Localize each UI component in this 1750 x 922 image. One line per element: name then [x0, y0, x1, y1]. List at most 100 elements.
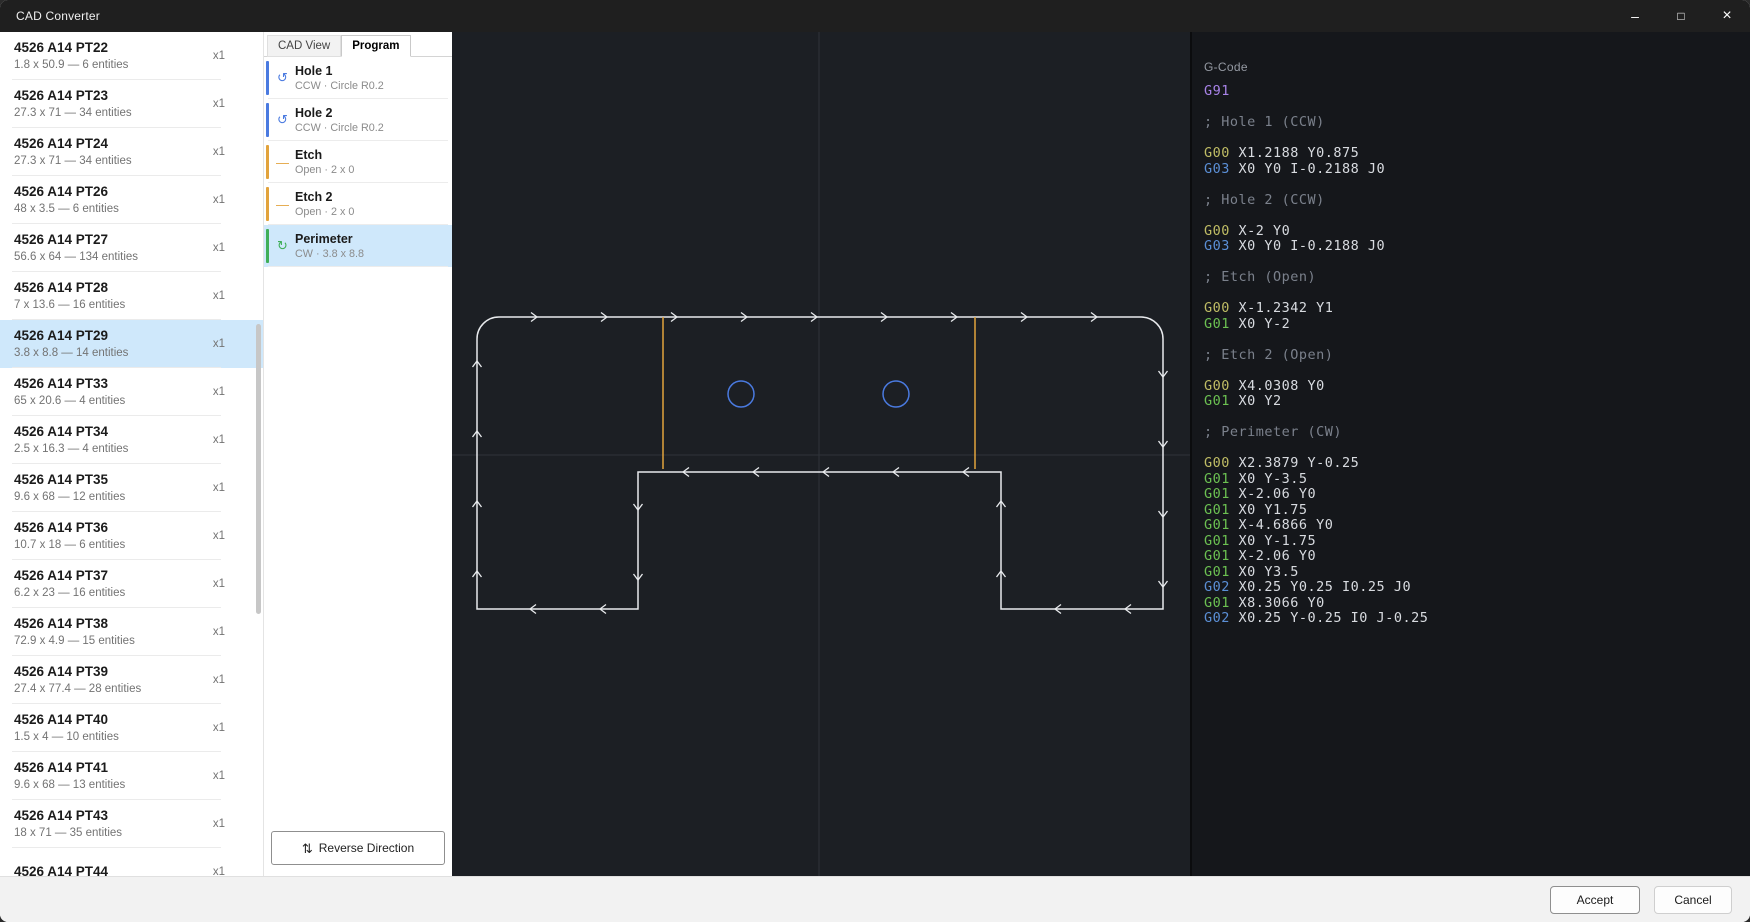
part-quantity: x1: [213, 146, 249, 158]
operation-detail: CCW · Circle R0.2: [295, 121, 384, 135]
reverse-direction-button[interactable]: ⇅ Reverse Direction: [271, 831, 445, 865]
cancel-button[interactable]: Cancel: [1654, 886, 1732, 914]
part-dimensions: 10.7 x 18 — 6 entities: [14, 538, 213, 553]
line-icon: —: [273, 197, 292, 212]
part-list-item[interactable]: 4526 A14 PT287 x 13.6 — 16 entitiesx1: [0, 272, 263, 320]
main-content: 4526 A14 PT221.8 x 50.9 — 6 entitiesx145…: [0, 32, 1750, 876]
part-list-item[interactable]: 4526 A14 PT3927.4 x 77.4 — 28 entitiesx1: [0, 656, 263, 704]
gcode-line: ; Perimeter (CW): [1204, 425, 1750, 441]
part-quantity: x1: [213, 434, 249, 446]
gcode-line: [1204, 208, 1750, 224]
part-info: 4526 A14 PT342.5 x 16.3 — 4 entities: [14, 423, 213, 456]
gcode-line: G03 X0 Y0 I-0.2188 J0: [1204, 239, 1750, 255]
part-name: 4526 A14 PT28: [14, 279, 213, 297]
part-list-item[interactable]: 4526 A14 PT376.2 x 23 — 16 entitiesx1: [0, 560, 263, 608]
part-quantity: x1: [213, 290, 249, 302]
part-name: 4526 A14 PT35: [14, 471, 213, 489]
part-list-item[interactable]: 4526 A14 PT2327.3 x 71 — 34 entitiesx1: [0, 80, 263, 128]
part-list-item[interactable]: 4526 A14 PT342.5 x 16.3 — 4 entitiesx1: [0, 416, 263, 464]
parts-sidebar: 4526 A14 PT221.8 x 50.9 — 6 entitiesx145…: [0, 32, 264, 876]
operation-item-etch[interactable]: —EtchOpen · 2 x 0: [264, 141, 452, 183]
cad-canvas[interactable]: [452, 32, 1190, 876]
part-dimensions: 9.6 x 68 — 13 entities: [14, 778, 213, 793]
part-info: 4526 A14 PT3872.9 x 4.9 — 15 entities: [14, 615, 213, 648]
part-name: 4526 A14 PT34: [14, 423, 213, 441]
part-quantity: x1: [213, 530, 249, 542]
hole-circle: [883, 381, 909, 407]
part-list-item[interactable]: 4526 A14 PT3610.7 x 18 — 6 entitiesx1: [0, 512, 263, 560]
window-controls: – □ ×: [1612, 0, 1750, 32]
part-list-item[interactable]: 4526 A14 PT44x1: [0, 848, 263, 876]
part-list-item[interactable]: 4526 A14 PT3872.9 x 4.9 — 15 entitiesx1: [0, 608, 263, 656]
part-dimensions: 48 x 3.5 — 6 entities: [14, 202, 213, 217]
gcode-line: G01 X0 Y3.5: [1204, 565, 1750, 581]
part-info: 4526 A14 PT376.2 x 23 — 16 entities: [14, 567, 213, 600]
part-quantity: x1: [213, 98, 249, 110]
tab-cad-view[interactable]: CAD View: [267, 35, 341, 57]
gcode-line: [1204, 410, 1750, 426]
gcode-line: G03 X0 Y0 I-0.2188 J0: [1204, 162, 1750, 178]
scrollbar-thumb[interactable]: [256, 324, 261, 614]
part-list-item[interactable]: 4526 A14 PT4318 x 71 — 35 entitiesx1: [0, 800, 263, 848]
gcode-line: ; Etch (Open): [1204, 270, 1750, 286]
gcode-line: ; Hole 1 (CCW): [1204, 115, 1750, 131]
gcode-line: [1204, 131, 1750, 147]
part-list-item[interactable]: 4526 A14 PT359.6 x 68 — 12 entitiesx1: [0, 464, 263, 512]
part-list-item[interactable]: 4526 A14 PT401.5 x 4 — 10 entitiesx1: [0, 704, 263, 752]
part-name: 4526 A14 PT44: [14, 863, 213, 876]
gcode-line: [1204, 177, 1750, 193]
part-dimensions: 1.5 x 4 — 10 entities: [14, 730, 213, 745]
operation-item-hole-2[interactable]: ↺Hole 2CCW · Circle R0.2: [264, 99, 452, 141]
part-quantity: x1: [213, 578, 249, 590]
sidebar-scrollbar[interactable]: [256, 32, 261, 876]
part-dimensions: 72.9 x 4.9 — 15 entities: [14, 634, 213, 649]
operation-item-perimeter[interactable]: ↻PerimeterCW · 3.8 x 8.8: [264, 225, 452, 267]
minimize-icon: –: [1631, 9, 1639, 23]
program-panel: CAD View Program ↺Hole 1CCW · Circle R0.…: [264, 32, 452, 876]
operation-color-bar: [266, 103, 269, 137]
operation-item-hole-1[interactable]: ↺Hole 1CCW · Circle R0.2: [264, 57, 452, 99]
part-list-item[interactable]: 4526 A14 PT2427.3 x 71 — 34 entitiesx1: [0, 128, 263, 176]
gcode-line: G01 X0 Y-2: [1204, 317, 1750, 333]
operation-info: Hole 2CCW · Circle R0.2: [295, 105, 384, 136]
tab-program[interactable]: Program: [341, 35, 410, 57]
part-info: 4526 A14 PT4318 x 71 — 35 entities: [14, 807, 213, 840]
part-list-item[interactable]: 4526 A14 PT3365 x 20.6 — 4 entitiesx1: [0, 368, 263, 416]
part-dimensions: 7 x 13.6 — 16 entities: [14, 298, 213, 313]
operation-color-bar: [266, 187, 269, 221]
part-name: 4526 A14 PT36: [14, 519, 213, 537]
part-info: 4526 A14 PT2327.3 x 71 — 34 entities: [14, 87, 213, 120]
part-name: 4526 A14 PT26: [14, 183, 213, 201]
operation-color-bar: [266, 229, 269, 263]
close-button[interactable]: ×: [1704, 0, 1750, 32]
part-list-item[interactable]: 4526 A14 PT419.6 x 68 — 13 entitiesx1: [0, 752, 263, 800]
part-list-item[interactable]: 4526 A14 PT2756.6 x 64 — 134 entitiesx1: [0, 224, 263, 272]
operation-detail: CW · 3.8 x 8.8: [295, 247, 364, 261]
operation-detail: CCW · Circle R0.2: [295, 79, 384, 93]
cw-rotation-icon: ↻: [273, 238, 292, 254]
gcode-line: [1204, 332, 1750, 348]
operation-info: Hole 1CCW · Circle R0.2: [295, 63, 384, 94]
part-quantity: x1: [213, 338, 249, 350]
gcode-panel: G-Code G91 ; Hole 1 (CCW) G00 X1.2188 Y0…: [1190, 32, 1750, 876]
maximize-button[interactable]: □: [1658, 0, 1704, 32]
part-list-item[interactable]: 4526 A14 PT2648 x 3.5 — 6 entitiesx1: [0, 176, 263, 224]
operation-item-etch-2[interactable]: —Etch 2Open · 2 x 0: [264, 183, 452, 225]
cad-drawing: [452, 32, 1190, 876]
accept-button[interactable]: Accept: [1550, 886, 1640, 914]
reverse-direction-label: Reverse Direction: [319, 841, 414, 855]
line-icon: —: [273, 155, 292, 170]
minimize-button[interactable]: –: [1612, 0, 1658, 32]
part-info: 4526 A14 PT293.8 x 8.8 — 14 entities: [14, 327, 213, 360]
gcode-line: G01 X-2.06 Y0: [1204, 549, 1750, 565]
gcode-line: G01 X0 Y2: [1204, 394, 1750, 410]
close-icon: ×: [1722, 8, 1731, 24]
part-name: 4526 A14 PT41: [14, 759, 213, 777]
operation-name: Hole 2: [295, 105, 384, 122]
operations-list: ↺Hole 1CCW · Circle R0.2↺Hole 2CCW · Cir…: [264, 57, 452, 267]
part-list-item[interactable]: 4526 A14 PT221.8 x 50.9 — 6 entitiesx1: [0, 32, 263, 80]
titlebar: CAD Converter – □ ×: [0, 0, 1750, 32]
part-dimensions: 56.6 x 64 — 134 entities: [14, 250, 213, 265]
part-list-item[interactable]: 4526 A14 PT293.8 x 8.8 — 14 entitiesx1: [0, 320, 263, 368]
maximize-icon: □: [1677, 10, 1684, 22]
